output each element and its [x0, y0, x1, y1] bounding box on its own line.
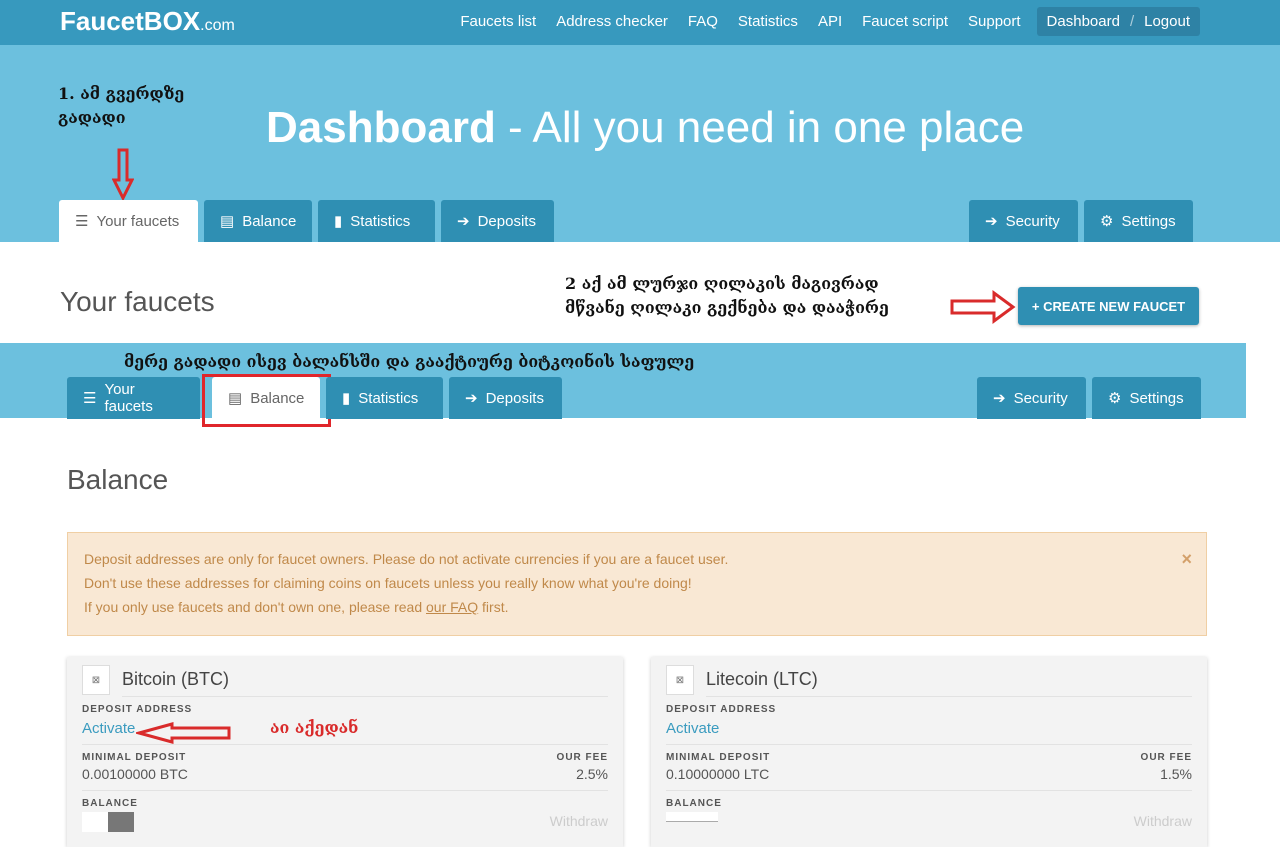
top-navbar: FaucetBOX.com Faucets list Address check…: [0, 0, 1280, 45]
alert-line-3: If you only use faucets and don't own on…: [84, 595, 1190, 619]
dashboard-logout-group: Dashboard / Logout: [1036, 7, 1200, 36]
hero-title: Dashboard - All you need in one place: [266, 103, 1024, 153]
annotation-step2: 2 აქ ამ ლურჯი ღილაკის მაგივრად მწვანე ღილ…: [565, 272, 889, 320]
tab-deposits[interactable]: ➔ Deposits: [441, 200, 554, 242]
down-arrow-annotation-icon: [112, 148, 134, 200]
fee-label: OUR FEE: [1140, 752, 1192, 763]
hero-title-rest: - All you need in one place: [495, 103, 1025, 152]
tab-your-faucets-2[interactable]: ☰ Your faucets: [67, 377, 200, 419]
list-icon: ☰: [83, 390, 97, 407]
minimal-deposit-value: 0.00100000 BTC: [82, 766, 188, 782]
tab-label: Security: [1013, 389, 1068, 407]
activate-link[interactable]: Activate: [666, 720, 719, 737]
currency-name: Litecoin (LTC): [706, 669, 818, 689]
fee-value: 2.5%: [576, 766, 608, 782]
your-faucets-title: Your faucets: [60, 286, 215, 317]
warning-alert: Deposit addresses are only for faucet ow…: [67, 532, 1207, 636]
balance-value-placeholder: [82, 812, 134, 832]
gear-icon: ⚙: [1108, 390, 1122, 407]
deposit-address-label: DEPOSIT ADDRESS: [82, 704, 193, 715]
tab-statistics[interactable]: ▮ Statistics: [318, 200, 435, 242]
currency-card-ltc: ⊠ Litecoin (LTC) DEPOSIT ADDRESS Activat…: [651, 657, 1207, 847]
nav-dashboard[interactable]: Dashboard: [1037, 7, 1130, 36]
nav-statistics[interactable]: Statistics: [728, 7, 808, 36]
tab-deposits-2[interactable]: ➔ Deposits: [449, 377, 562, 419]
sign-in-icon: ➔: [993, 390, 1006, 407]
highlight-box: [202, 374, 331, 427]
sign-in-icon: ➔: [465, 390, 478, 407]
nav-faucets-list[interactable]: Faucets list: [450, 7, 546, 36]
annotation-step1-line2: გადადი: [58, 108, 126, 127]
tab-settings-2[interactable]: ⚙ Settings: [1092, 377, 1201, 419]
tab-label: Security: [1005, 212, 1060, 230]
balance-value-placeholder: [666, 812, 718, 822]
fee-label: OUR FEE: [556, 752, 608, 763]
annotation-step2-line1: 2 აქ ამ ლურჯი ღილაკის მაგივრად: [565, 274, 879, 293]
withdraw-button[interactable]: Withdraw: [1134, 813, 1192, 829]
annotation-step3: მერე გადადი ისევ ბალანსში და გააქტიურე ბ…: [124, 352, 695, 371]
logo-suffix: .com: [200, 17, 235, 34]
nav-logout[interactable]: Logout: [1134, 7, 1200, 36]
sign-in-icon: ➔: [985, 213, 998, 230]
nav-support[interactable]: Support: [958, 7, 1031, 36]
list-icon: ☰: [75, 213, 89, 230]
alert-line-2: Don't use these addresses for claiming c…: [84, 575, 692, 591]
minimal-deposit-label: MINIMAL DEPOSIT: [82, 752, 187, 763]
deposit-address-label: DEPOSIT ADDRESS: [666, 704, 777, 715]
create-new-faucet-button[interactable]: + CREATE NEW FAUCET: [1018, 287, 1199, 325]
currency-image-icon: ⊠: [666, 665, 694, 695]
tab-balance[interactable]: ▤ Balance: [204, 200, 312, 242]
bar-chart-icon: ▮: [342, 390, 351, 407]
currency-card-btc: ⊠ Bitcoin (BTC) DEPOSIT ADDRESS Activate…: [67, 657, 623, 847]
tab-your-faucets[interactable]: ☰ Your faucets: [59, 200, 198, 242]
bar-chart-icon: ▮: [334, 213, 343, 230]
tab-label: Your faucets: [104, 381, 153, 415]
alert-line-1: Deposit addresses are only for faucet ow…: [84, 551, 729, 567]
gear-icon: ⚙: [1100, 213, 1114, 230]
logo[interactable]: FaucetBOX.com: [60, 6, 235, 37]
fee-value: 1.5%: [1160, 766, 1192, 782]
faq-link[interactable]: our FAQ: [426, 599, 478, 615]
tab-label: Settings: [1129, 389, 1184, 407]
alert-text: If you only use faucets and don't own on…: [84, 599, 427, 615]
annotation-step4: აი აქედან: [270, 718, 359, 737]
annotation-step2-line2: მწვანე ღილაკი გექნება და დააჭირე: [565, 298, 889, 317]
tab-security-2[interactable]: ➔ Security: [977, 377, 1086, 419]
sign-in-icon: ➔: [457, 213, 470, 230]
tab-label: Statistics: [350, 212, 411, 230]
logo-text: FaucetBOX: [60, 6, 201, 36]
nav-faucet-script[interactable]: Faucet script: [852, 7, 958, 36]
annotation-step1-line1: 1. ამ გვერდზე: [58, 84, 185, 103]
nav-separator: /: [1129, 13, 1135, 30]
activate-link[interactable]: Activate: [82, 720, 135, 737]
tab-statistics-2[interactable]: ▮ Statistics: [326, 377, 443, 419]
minimal-deposit-label: MINIMAL DEPOSIT: [666, 752, 771, 763]
tab-security[interactable]: ➔ Security: [969, 200, 1078, 242]
currency-name: Bitcoin (BTC): [122, 669, 230, 689]
withdraw-button[interactable]: Withdraw: [550, 813, 608, 829]
nav-address-checker[interactable]: Address checker: [546, 7, 678, 36]
tab-label: Balance: [242, 212, 297, 230]
tab-label: Statistics: [358, 389, 419, 407]
nav-faq[interactable]: FAQ: [678, 7, 728, 36]
tab-label: Settings: [1121, 212, 1176, 230]
right-arrow-annotation-icon: [950, 290, 1016, 324]
tab-label: Deposits: [477, 212, 536, 230]
annotation-step1: 1. ამ გვერდზე გადადი: [58, 82, 184, 130]
minimal-deposit-value: 0.10000000 LTC: [666, 766, 770, 782]
tab-settings[interactable]: ⚙ Settings: [1084, 200, 1193, 242]
balance-title: Balance: [67, 464, 169, 495]
balance-label: BALANCE: [666, 798, 722, 809]
balance-label: BALANCE: [82, 798, 138, 809]
tab-label: Deposits: [485, 389, 544, 407]
tab-label: Your faucets: [96, 212, 180, 230]
server-icon: ▤: [220, 213, 235, 230]
alert-close-button[interactable]: ×: [1181, 547, 1192, 571]
nav-api[interactable]: API: [808, 7, 852, 36]
left-arrow-annotation-icon: [136, 722, 231, 744]
hero-title-bold: Dashboard: [266, 103, 496, 152]
currency-image-icon: ⊠: [82, 665, 110, 695]
alert-text: first.: [478, 599, 509, 615]
